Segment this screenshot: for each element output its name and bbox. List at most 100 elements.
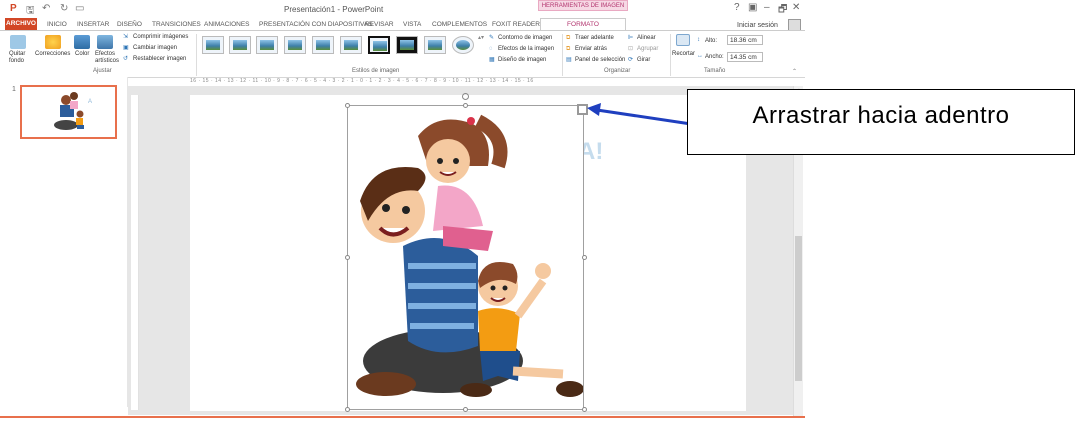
style-thumb-10[interactable]	[452, 36, 474, 54]
tab-animaciones[interactable]: ANIMACIONES	[204, 19, 250, 30]
instruction-callout: Arrastrar hacia adentro	[687, 89, 1075, 155]
thumbnail-illustration: A	[54, 92, 92, 130]
gallery-scroll-icon[interactable]: ▴▾	[478, 35, 484, 42]
traer-adelante-button[interactable]: Traer adelante	[575, 35, 614, 42]
picture-border-icon: ✎	[489, 35, 495, 41]
help-button[interactable]: ?	[734, 2, 740, 13]
group-label-estilos: Estilos de imagen	[352, 68, 400, 74]
tab-diseno[interactable]: DISEÑO	[117, 19, 142, 30]
ribbon-options-button[interactable]: ▣	[748, 2, 757, 13]
group-label-organizar: Organizar	[604, 68, 631, 74]
rotate-icon: ⟳	[628, 57, 634, 63]
style-thumb-6[interactable]	[340, 36, 362, 54]
group-label-tamano: Tamaño	[704, 68, 726, 74]
reset-picture-icon: ↺	[123, 56, 129, 62]
context-tab-title: HERRAMIENTAS DE IMAGEN	[538, 0, 628, 11]
resize-handle-se[interactable]	[582, 407, 587, 412]
align-icon: ⊫	[628, 35, 634, 41]
bring-forward-icon: ⧉	[566, 35, 571, 41]
separator	[196, 34, 197, 76]
enviar-atras-button[interactable]: Enviar atrás	[575, 46, 607, 53]
style-thumb-1[interactable]	[202, 36, 224, 54]
cambiar-imagen-button[interactable]: Cambiar imagen	[133, 45, 177, 52]
separator	[670, 34, 671, 76]
resize-handle-e[interactable]	[582, 255, 587, 260]
alto-input[interactable]: 18.36 cm	[727, 35, 763, 45]
rotate-handle[interactable]	[462, 93, 469, 100]
group-label-ajustar: Ajustar	[93, 68, 112, 74]
picture-effects-icon: ◌	[489, 46, 493, 52]
corrections-icon	[45, 35, 61, 49]
selected-picture[interactable]	[347, 105, 584, 410]
tab-vista[interactable]: VISTA	[403, 19, 421, 30]
panel-seleccion-button[interactable]: Panel de selección	[575, 57, 625, 64]
callout-text: Arrastrar hacia adentro	[752, 102, 1010, 129]
resize-handle-w[interactable]	[345, 255, 350, 260]
resize-handle-s[interactable]	[463, 407, 468, 412]
efectos-artisticos-button[interactable]: Efectos artísticos	[95, 51, 119, 65]
style-thumb-7[interactable]	[368, 36, 390, 54]
close-button[interactable]: ✕	[792, 2, 800, 13]
correcciones-button[interactable]: Correcciones	[35, 51, 70, 58]
tab-transiciones[interactable]: TRANSICIONES	[152, 19, 201, 30]
crop-icon	[676, 34, 690, 46]
separator	[562, 34, 563, 76]
group-icon: ⊡	[628, 46, 634, 52]
style-thumb-3[interactable]	[256, 36, 278, 54]
vertical-ruler	[131, 95, 139, 410]
resize-handle-sw[interactable]	[345, 407, 350, 412]
resize-handle-nw[interactable]	[345, 103, 350, 108]
maximize-button[interactable]: 🗗	[778, 2, 787, 19]
minimize-button[interactable]: –	[764, 2, 770, 13]
girar-button[interactable]: Girar	[637, 57, 650, 64]
slide-thumbnail[interactable]: A	[20, 85, 117, 139]
undo-icon[interactable]: ↶	[42, 3, 50, 14]
agrupar-button[interactable]: Agrupar	[637, 46, 658, 53]
title-bar: P 🖫 ↶ ↻ ▭ Presentación1 - PowerPoint HER…	[0, 0, 805, 20]
tab-presentacion[interactable]: PRESENTACIÓN CON DIAPOSITIVAS	[259, 19, 373, 30]
color-button[interactable]: Color	[75, 51, 89, 58]
restablecer-button[interactable]: Restablecer imagen	[133, 56, 186, 63]
style-thumb-5[interactable]	[312, 36, 334, 54]
quitar-fondo-button[interactable]: Quitar fondo	[9, 51, 31, 65]
remove-background-icon	[10, 35, 26, 49]
contorno-button[interactable]: Contorno de imagen	[498, 35, 552, 42]
powerpoint-logo-icon: P	[10, 3, 17, 14]
comprimir-button[interactable]: Comprimir imágenes	[133, 34, 188, 41]
alto-label: Alto:	[705, 38, 718, 44]
change-picture-icon: ▣	[123, 45, 129, 51]
style-thumb-2[interactable]	[229, 36, 251, 54]
style-thumb-4[interactable]	[284, 36, 306, 54]
recortar-button[interactable]: Recortar	[672, 51, 695, 58]
tab-archivo[interactable]: ARCHIVO	[5, 18, 37, 30]
selection-pane-icon: ▤	[566, 57, 572, 63]
color-icon	[74, 35, 90, 49]
ancho-input[interactable]: 14.35 cm	[727, 52, 763, 62]
efectos-imagen-button[interactable]: Efectos de la imagen	[498, 46, 554, 53]
status-bar-edge	[0, 416, 805, 418]
present-icon[interactable]: ▭	[75, 3, 84, 14]
tab-complementos[interactable]: COMPLEMENTOS	[432, 19, 487, 30]
family-illustration	[356, 114, 584, 397]
style-thumb-9[interactable]	[424, 36, 446, 54]
tab-insertar[interactable]: INSERTAR	[77, 19, 109, 30]
signin-link[interactable]: Iniciar sesión	[737, 22, 778, 29]
tab-inicio[interactable]: INICIO	[47, 19, 67, 30]
style-thumb-8[interactable]	[396, 36, 418, 54]
slide-number: 1	[12, 86, 16, 93]
diseno-imagen-button[interactable]: Diseño de imagen	[498, 57, 546, 64]
tab-revisar[interactable]: REVISAR	[365, 19, 394, 30]
ancho-label: Ancho:	[705, 54, 724, 60]
window-title: Presentación1 - PowerPoint	[284, 5, 384, 14]
resize-handle-n[interactable]	[463, 103, 468, 108]
horizontal-ruler: 16 · 15 · 14 · 13 · 12 · 11 · 10 · 9 · 8…	[190, 78, 534, 84]
scrollbar-thumb[interactable]	[795, 236, 802, 381]
picture-layout-icon: ▦	[489, 57, 495, 63]
svg-text:A: A	[88, 99, 92, 105]
collapse-ribbon-icon[interactable]: ⌃	[792, 69, 797, 76]
redo-icon[interactable]: ↻	[60, 3, 68, 14]
alinear-button[interactable]: Alinear	[637, 35, 656, 42]
width-icon: ↔	[697, 53, 703, 59]
ribbon: Quitar fondo Correcciones Color Efectos …	[0, 30, 805, 78]
send-backward-icon: ⧉	[566, 46, 571, 52]
